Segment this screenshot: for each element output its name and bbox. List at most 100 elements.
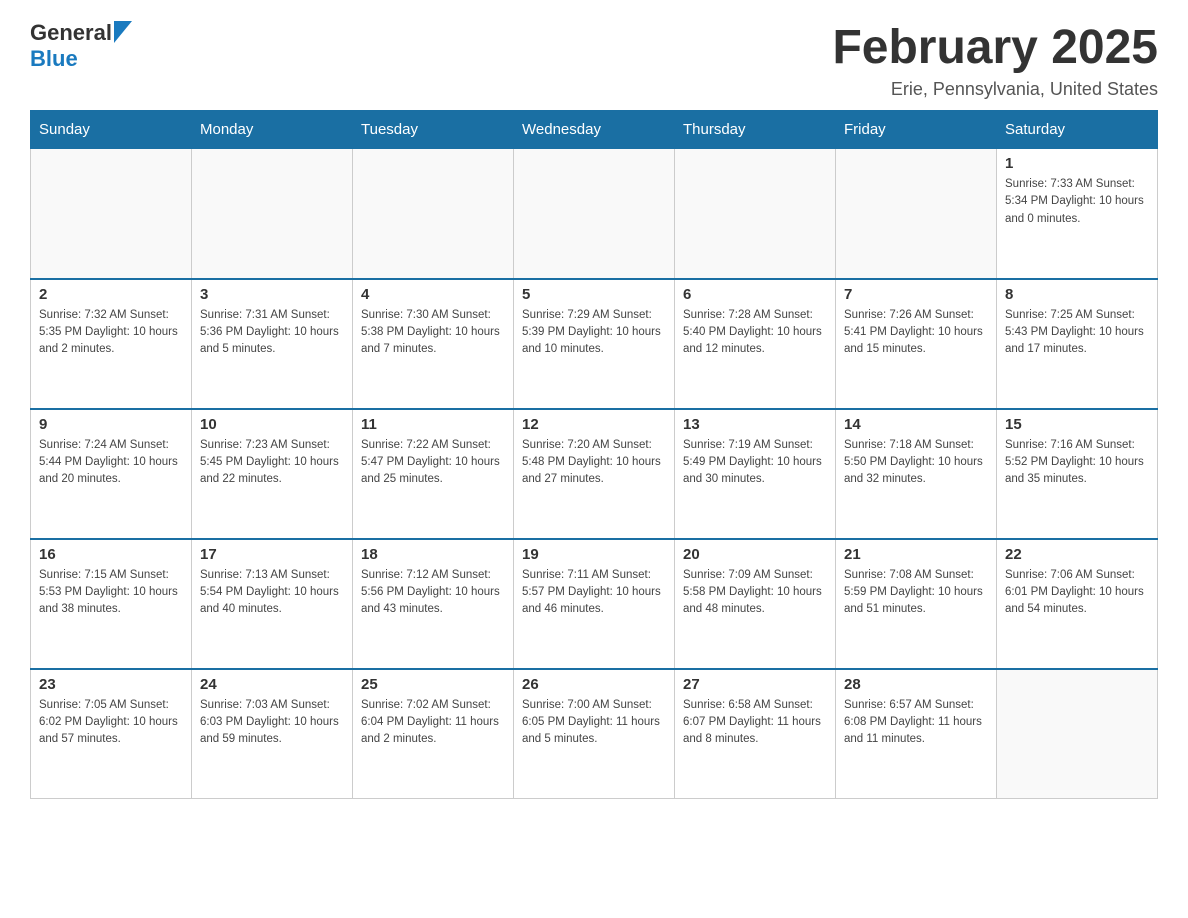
- cell-daylight-info: Sunrise: 7:32 AM Sunset: 5:35 PM Dayligh…: [39, 307, 183, 359]
- cell-daylight-info: Sunrise: 7:11 AM Sunset: 5:57 PM Dayligh…: [522, 567, 666, 619]
- cell-day-number: 21: [844, 546, 988, 563]
- day-header-sunday: Sunday: [31, 111, 192, 149]
- cell-daylight-info: Sunrise: 7:19 AM Sunset: 5:49 PM Dayligh…: [683, 437, 827, 489]
- day-header-monday: Monday: [192, 111, 353, 149]
- cell-daylight-info: Sunrise: 6:57 AM Sunset: 6:08 PM Dayligh…: [844, 697, 988, 749]
- cell-daylight-info: Sunrise: 7:31 AM Sunset: 5:36 PM Dayligh…: [200, 307, 344, 359]
- calendar-cell: 13 Sunrise: 7:19 AM Sunset: 5:49 PM Dayli…: [675, 409, 836, 539]
- cell-daylight-info: Sunrise: 7:16 AM Sunset: 5:52 PM Dayligh…: [1005, 437, 1149, 489]
- cell-day-number: 24: [200, 676, 344, 693]
- calendar-cell: 22Sunrise: 7:06 AM Sunset: 6:01 PM Dayli…: [997, 539, 1158, 669]
- cell-daylight-info: Sunrise: 7:23 AM Sunset: 5:45 PM Dayligh…: [200, 437, 344, 489]
- cell-day-number: 8: [1005, 286, 1149, 303]
- cell-day-number: 11: [361, 416, 505, 433]
- cell-daylight-info: Sunrise: 7:24 AM Sunset: 5:44 PM Dayligh…: [39, 437, 183, 489]
- day-header-saturday: Saturday: [997, 111, 1158, 149]
- cell-daylight-info: Sunrise: 7:22 AM Sunset: 5:47 PM Dayligh…: [361, 437, 505, 489]
- calendar-week-row: 9 Sunrise: 7:24 AM Sunset: 5:44 PM Daylig…: [31, 409, 1158, 539]
- calendar-cell: 7Sunrise: 7:26 AM Sunset: 5:41 PM Daylig…: [836, 279, 997, 409]
- cell-daylight-info: Sunrise: 7:33 AM Sunset: 5:34 PM Dayligh…: [1005, 176, 1149, 228]
- calendar-cell: 1 Sunrise: 7:33 AM Sunset: 5:34 PM Daylig…: [997, 149, 1158, 279]
- calendar-cell: 27 Sunrise: 6:58 AM Sunset: 6:07 PM Dayli…: [675, 669, 836, 799]
- cell-daylight-info: Sunrise: 7:02 AM Sunset: 6:04 PM Dayligh…: [361, 697, 505, 749]
- day-header-tuesday: Tuesday: [353, 111, 514, 149]
- title-section: February 2025 Erie, Pennsylvania, United…: [832, 20, 1158, 100]
- calendar-cell: 23Sunrise: 7:05 AM Sunset: 6:02 PM Dayli…: [31, 669, 192, 799]
- cell-daylight-info: Sunrise: 7:13 AM Sunset: 5:54 PM Dayligh…: [200, 567, 344, 619]
- cell-daylight-info: Sunrise: 7:05 AM Sunset: 6:02 PM Dayligh…: [39, 697, 183, 749]
- cell-day-number: 26: [522, 676, 666, 693]
- logo-text-general: General: [30, 20, 112, 46]
- cell-day-number: 22: [1005, 546, 1149, 563]
- calendar-title: February 2025: [832, 20, 1158, 75]
- calendar-cell: 15 Sunrise: 7:16 AM Sunset: 5:52 PM Dayli…: [997, 409, 1158, 539]
- cell-daylight-info: Sunrise: 7:03 AM Sunset: 6:03 PM Dayligh…: [200, 697, 344, 749]
- cell-daylight-info: Sunrise: 7:15 AM Sunset: 5:53 PM Dayligh…: [39, 567, 183, 619]
- cell-daylight-info: Sunrise: 7:25 AM Sunset: 5:43 PM Dayligh…: [1005, 307, 1149, 359]
- cell-daylight-info: Sunrise: 7:18 AM Sunset: 5:50 PM Dayligh…: [844, 437, 988, 489]
- cell-day-number: 13: [683, 416, 827, 433]
- cell-day-number: 17: [200, 546, 344, 563]
- cell-day-number: 1: [1005, 155, 1149, 172]
- calendar-cell: [31, 149, 192, 279]
- cell-day-number: 2: [39, 286, 183, 303]
- calendar-cell: 8 Sunrise: 7:25 AM Sunset: 5:43 PM Daylig…: [997, 279, 1158, 409]
- cell-day-number: 5: [522, 286, 666, 303]
- cell-daylight-info: Sunrise: 7:30 AM Sunset: 5:38 PM Dayligh…: [361, 307, 505, 359]
- logo-arrow-icon: [114, 21, 132, 43]
- calendar-week-row: 2 Sunrise: 7:32 AM Sunset: 5:35 PM Daylig…: [31, 279, 1158, 409]
- cell-day-number: 27: [683, 676, 827, 693]
- cell-day-number: 16: [39, 546, 183, 563]
- calendar-cell: [353, 149, 514, 279]
- cell-daylight-info: Sunrise: 7:12 AM Sunset: 5:56 PM Dayligh…: [361, 567, 505, 619]
- page-header: General Blue February 2025 Erie, Pennsyl…: [30, 20, 1158, 100]
- calendar-cell: 28 Sunrise: 6:57 AM Sunset: 6:08 PM Dayli…: [836, 669, 997, 799]
- cell-daylight-info: Sunrise: 7:09 AM Sunset: 5:58 PM Dayligh…: [683, 567, 827, 619]
- calendar-cell: 9 Sunrise: 7:24 AM Sunset: 5:44 PM Daylig…: [31, 409, 192, 539]
- cell-day-number: 14: [844, 416, 988, 433]
- calendar-cell: 5 Sunrise: 7:29 AM Sunset: 5:39 PM Daylig…: [514, 279, 675, 409]
- cell-day-number: 20: [683, 546, 827, 563]
- calendar-cell: [997, 669, 1158, 799]
- calendar-cell: 19 Sunrise: 7:11 AM Sunset: 5:57 PM Dayli…: [514, 539, 675, 669]
- cell-daylight-info: Sunrise: 7:20 AM Sunset: 5:48 PM Dayligh…: [522, 437, 666, 489]
- logo-text-blue: Blue: [30, 46, 78, 72]
- cell-day-number: 28: [844, 676, 988, 693]
- cell-daylight-info: Sunrise: 7:29 AM Sunset: 5:39 PM Dayligh…: [522, 307, 666, 359]
- calendar-cell: 12 Sunrise: 7:20 AM Sunset: 5:48 PM Dayli…: [514, 409, 675, 539]
- calendar-cell: 6Sunrise: 7:28 AM Sunset: 5:40 PM Daylig…: [675, 279, 836, 409]
- day-header-wednesday: Wednesday: [514, 111, 675, 149]
- calendar-cell: 24 Sunrise: 7:03 AM Sunset: 6:03 PM Dayli…: [192, 669, 353, 799]
- cell-day-number: 9: [39, 416, 183, 433]
- day-header-thursday: Thursday: [675, 111, 836, 149]
- calendar-cell: [836, 149, 997, 279]
- calendar-cell: 18 Sunrise: 7:12 AM Sunset: 5:56 PM Dayli…: [353, 539, 514, 669]
- cell-day-number: 12: [522, 416, 666, 433]
- cell-day-number: 7: [844, 286, 988, 303]
- cell-day-number: 10: [200, 416, 344, 433]
- calendar-cell: 17 Sunrise: 7:13 AM Sunset: 5:54 PM Dayli…: [192, 539, 353, 669]
- cell-daylight-info: Sunrise: 6:58 AM Sunset: 6:07 PM Dayligh…: [683, 697, 827, 749]
- logo: General Blue: [30, 20, 132, 72]
- calendar-cell: 11 Sunrise: 7:22 AM Sunset: 5:47 PM Dayli…: [353, 409, 514, 539]
- calendar-cell: 10 Sunrise: 7:23 AM Sunset: 5:45 PM Dayli…: [192, 409, 353, 539]
- calendar-cell: 26Sunrise: 7:00 AM Sunset: 6:05 PM Dayli…: [514, 669, 675, 799]
- calendar-cell: 3 Sunrise: 7:31 AM Sunset: 5:36 PM Daylig…: [192, 279, 353, 409]
- calendar-cell: [675, 149, 836, 279]
- cell-day-number: 18: [361, 546, 505, 563]
- day-header-friday: Friday: [836, 111, 997, 149]
- cell-daylight-info: Sunrise: 7:28 AM Sunset: 5:40 PM Dayligh…: [683, 307, 827, 359]
- cell-day-number: 3: [200, 286, 344, 303]
- calendar-cell: 20 Sunrise: 7:09 AM Sunset: 5:58 PM Dayli…: [675, 539, 836, 669]
- calendar-cell: 21 Sunrise: 7:08 AM Sunset: 5:59 PM Dayli…: [836, 539, 997, 669]
- cell-day-number: 4: [361, 286, 505, 303]
- calendar-header-row: SundayMondayTuesdayWednesdayThursdayFrid…: [31, 111, 1158, 149]
- calendar-cell: 14 Sunrise: 7:18 AM Sunset: 5:50 PM Dayli…: [836, 409, 997, 539]
- cell-daylight-info: Sunrise: 7:08 AM Sunset: 5:59 PM Dayligh…: [844, 567, 988, 619]
- calendar-cell: 4 Sunrise: 7:30 AM Sunset: 5:38 PM Daylig…: [353, 279, 514, 409]
- calendar-subtitle: Erie, Pennsylvania, United States: [832, 79, 1158, 100]
- cell-day-number: 19: [522, 546, 666, 563]
- calendar-week-row: 23Sunrise: 7:05 AM Sunset: 6:02 PM Dayli…: [31, 669, 1158, 799]
- cell-day-number: 15: [1005, 416, 1149, 433]
- calendar-cell: 16 Sunrise: 7:15 AM Sunset: 5:53 PM Dayli…: [31, 539, 192, 669]
